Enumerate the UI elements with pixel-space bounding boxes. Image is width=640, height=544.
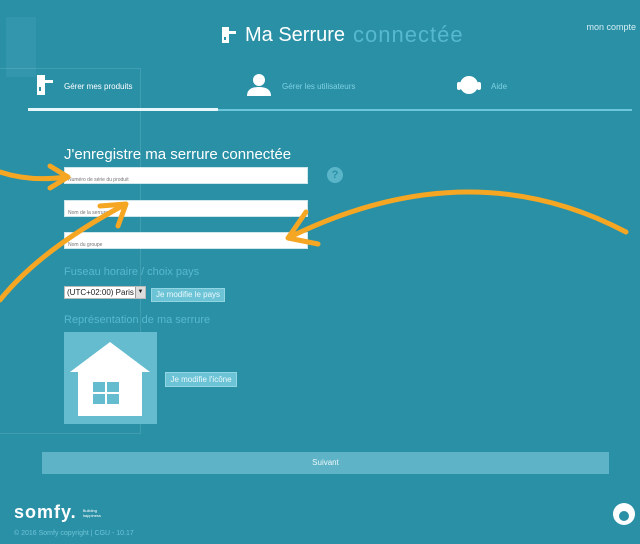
headset-icon — [457, 74, 481, 98]
help-icon[interactable]: ? — [327, 167, 343, 183]
nav-item-help[interactable]: Aide — [457, 74, 507, 98]
serial-input[interactable] — [65, 172, 313, 188]
nav-item-products[interactable]: Gérer mes produits — [36, 74, 132, 98]
nav-item-label: Gérer mes produits — [64, 81, 133, 91]
change-icon-button[interactable]: Je modifie l'icône — [165, 372, 237, 387]
name-field[interactable] — [64, 200, 313, 221]
lock-icon-preview — [64, 332, 157, 424]
nav-item-label: Aide — [491, 81, 508, 91]
serial-field[interactable] — [64, 167, 313, 188]
main-nav: Gérer mes produits Gérer les utilisateur… — [0, 74, 640, 111]
door-lock-icon — [221, 26, 237, 44]
chat-help-icon[interactable] — [612, 502, 636, 531]
door-lock-icon — [36, 74, 54, 98]
title-main: Ma Serrure — [245, 23, 346, 46]
logo-tagline-line2: happiness — [82, 512, 101, 518]
lock-name-input[interactable] — [65, 205, 313, 221]
nav-item-label: Gérer les utilisateurs — [282, 81, 356, 91]
user-icon — [246, 74, 272, 98]
logo-wordmark: somfy. — [14, 502, 77, 522]
house-icon — [70, 342, 150, 416]
somfy-logo: somfy. Building happiness — [14, 502, 101, 523]
copyright: © 2016 Somfy copyright | CGU - 10.17 — [14, 530, 134, 537]
arrow-group — [289, 189, 629, 239]
title-accent: connectée — [353, 22, 464, 47]
logo-tagline: Building happiness — [83, 508, 101, 518]
group-name-input[interactable] — [65, 237, 313, 253]
account-link[interactable]: mon compte — [586, 22, 636, 32]
change-country-button[interactable]: Je modifie le pays — [151, 288, 225, 302]
nav-active-indicator — [28, 108, 218, 111]
submit-button[interactable]: Suivant — [42, 452, 609, 474]
chevron-down-icon[interactable]: ▼ — [135, 287, 145, 298]
timezone-label: Fuseau horaire / choix pays — [64, 266, 200, 278]
group-field[interactable] — [64, 232, 313, 253]
timezone-select[interactable]: (UTC+02:00) Paris ▼ — [64, 286, 146, 299]
form-title: J'enregistre ma serrure connectée — [64, 146, 292, 163]
icon-section-label: Représentation de ma serrure — [64, 314, 211, 326]
timezone-value: (UTC+02:00) Paris — [67, 288, 134, 297]
app-title: Ma Serrure connectée — [221, 22, 464, 48]
nav-item-users[interactable]: Gérer les utilisateurs — [246, 74, 355, 98]
